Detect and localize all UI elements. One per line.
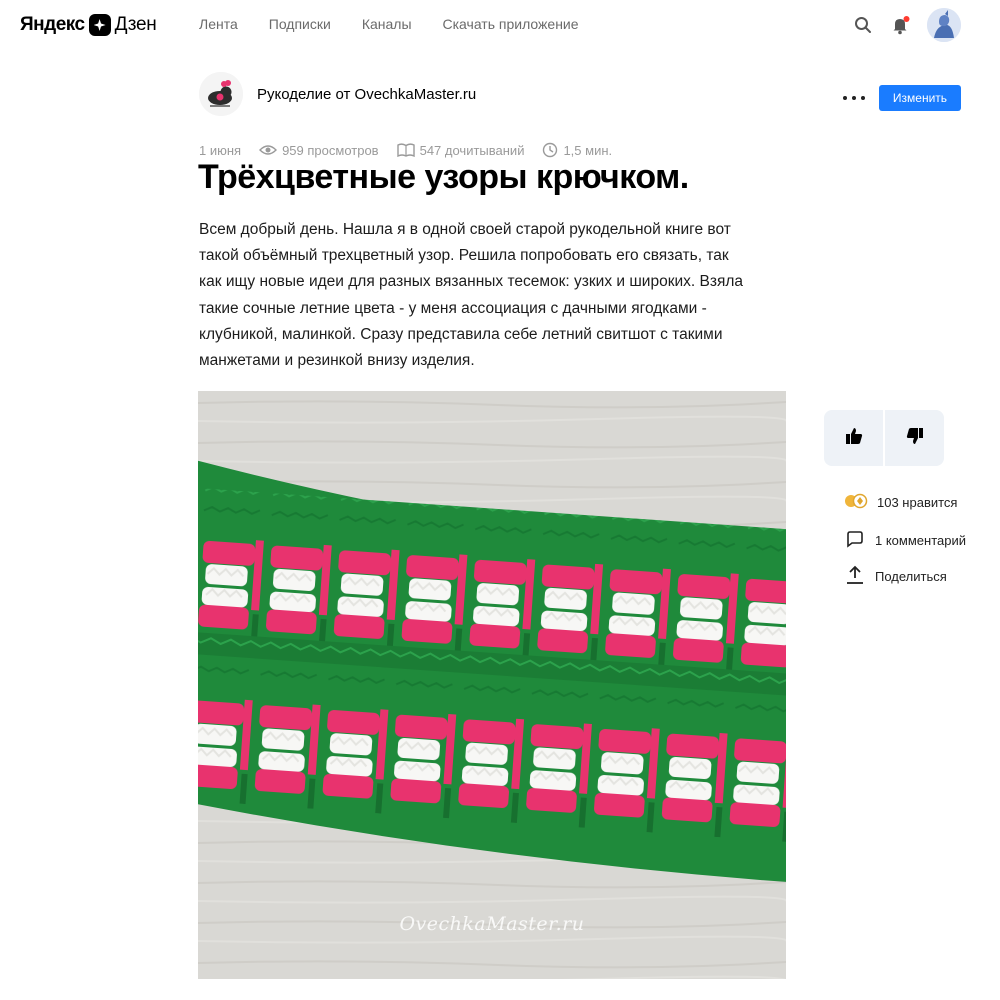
book-icon [396, 143, 415, 157]
bell-icon[interactable] [889, 13, 913, 37]
views-text: 959 просмотров [282, 142, 379, 158]
comments-text: 1 комментарий [875, 533, 966, 548]
comments-link[interactable]: 1 комментарий [844, 530, 966, 551]
paragraph-line: Всем добрый день. Нашла я в одной своей … [199, 221, 731, 238]
share-text: Поделиться [875, 569, 947, 584]
reads-text: 547 дочитываний [419, 142, 525, 158]
publish-date: 1 июня [199, 143, 241, 158]
channel-avatar[interactable] [199, 72, 243, 116]
likes-count[interactable]: 103 нравится [844, 492, 957, 513]
reactions-icon [844, 492, 868, 513]
rating-block [824, 410, 944, 466]
share-icon [844, 565, 866, 588]
thumbs-down-icon [905, 426, 925, 451]
crochet-pattern-image [198, 391, 786, 979]
paragraph-line: клубникой, малинкой. Сразу представила с… [199, 325, 723, 343]
like-button[interactable] [824, 410, 883, 466]
nav-download-app[interactable]: Скачать приложение [443, 16, 579, 32]
avatar[interactable] [927, 8, 961, 42]
reads-stat: 547 дочитываний [396, 142, 525, 158]
thumbs-up-icon [844, 426, 864, 451]
logo[interactable]: Яндекс Дзен [20, 12, 157, 38]
edit-button[interactable]: Изменить [879, 85, 961, 111]
photo-watermark: OvechkaMaster.ru [399, 913, 585, 935]
eye-icon [259, 143, 278, 157]
likes-text: 103 нравится [877, 495, 958, 510]
paragraph-line: манжетами и резинкой внизу изделия. [199, 352, 475, 370]
article-photo[interactable]: OvechkaMaster.ru [198, 391, 786, 979]
nav-subscriptions[interactable]: Подписки [269, 16, 331, 32]
article-paragraph: Всем добрый день. Нашла я в одной своей … [199, 217, 789, 374]
share-button[interactable]: Поделиться [844, 565, 947, 588]
read-time-text: 1,5 мин. [563, 142, 613, 158]
channel-name[interactable]: Рукоделие от OvechkaMaster.ru [257, 86, 476, 103]
dzen-logo-icon [88, 14, 111, 36]
views-stat: 959 просмотров [259, 143, 379, 158]
paragraph-line: такие сочные летние цвета - у меня ассоц… [199, 299, 707, 317]
publish-date-text: 1 июня [199, 142, 242, 158]
article-title: Трёхцветные узоры крючком. [198, 158, 689, 196]
logo-dzen-text: Дзен [114, 14, 157, 35]
read-time-stat: 1,5 мин. [542, 142, 612, 158]
paragraph-line: такой объёмный трехцветный узор. Решила … [199, 247, 729, 265]
paragraph-line: как ищу новые идеи для разных вязанных т… [199, 273, 743, 291]
comment-icon [844, 530, 866, 551]
nav-channels[interactable]: Каналы [362, 16, 412, 32]
nav-feed[interactable]: Лента [199, 16, 238, 32]
search-icon[interactable] [851, 13, 875, 37]
article-meta: 1 июня 959 просмотров 547 дочитываний 1,… [199, 142, 630, 158]
more-options-button[interactable] [843, 88, 865, 108]
logo-yandex-text: Яндекс [20, 14, 85, 35]
clock-icon [542, 142, 558, 158]
dislike-button[interactable] [885, 410, 944, 466]
top-nav: Лента Подписки Каналы Скачать приложение [199, 16, 579, 32]
